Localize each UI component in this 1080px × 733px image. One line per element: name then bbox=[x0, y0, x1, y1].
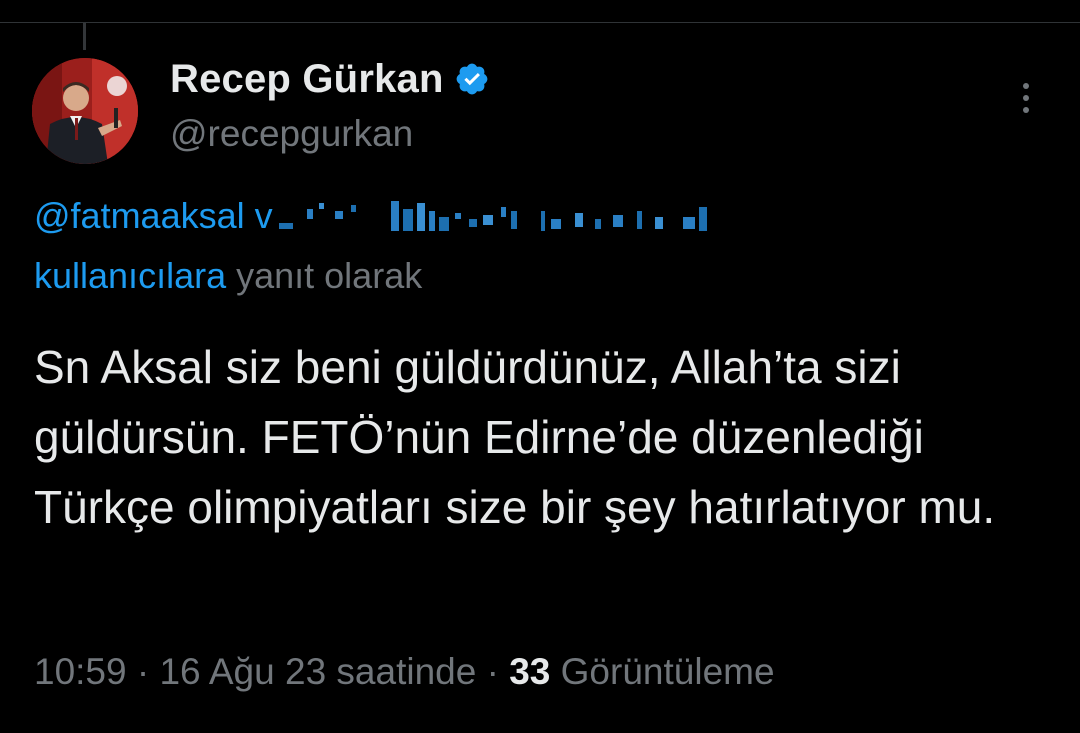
top-divider bbox=[0, 22, 1080, 23]
tweet-date[interactable]: 16 Ağu 23 saatinde bbox=[159, 651, 476, 692]
views-count: 33 bbox=[509, 651, 551, 692]
views-label: Görüntüleme bbox=[560, 651, 775, 692]
author-handle[interactable]: @recepgurkan bbox=[170, 113, 413, 155]
author-name-row[interactable]: Recep Gürkan bbox=[170, 55, 490, 103]
more-options-button[interactable] bbox=[1004, 76, 1048, 120]
reply-context-line-2: kullanıcılara yanıt olarak bbox=[34, 255, 422, 297]
tweet-text: Sn Aksal siz beni güldürdünüz, Allah’ta … bbox=[34, 341, 996, 533]
meta-separator: · bbox=[486, 651, 499, 692]
mention-link[interactable]: @fatmaaksal bbox=[34, 195, 245, 236]
avatar-photo bbox=[32, 58, 138, 164]
verified-badge-icon bbox=[456, 63, 487, 95]
tweet-meta: 10:59 · 16 Ağu 23 saatinde · 33 Görüntül… bbox=[34, 651, 775, 693]
author-display-name[interactable]: Recep Gürkan bbox=[170, 57, 444, 102]
more-icon-dot bbox=[1023, 107, 1029, 113]
meta-separator: · bbox=[136, 651, 150, 692]
reply-connector: v bbox=[254, 195, 273, 236]
mentioned-users-link[interactable]: kullanıcılara bbox=[34, 255, 226, 296]
reply-suffix: yanıt olarak bbox=[236, 255, 423, 296]
avatar[interactable] bbox=[32, 58, 138, 164]
tweet-time[interactable]: 10:59 bbox=[34, 651, 127, 692]
thread-connector-line bbox=[83, 23, 86, 50]
redacted-mentions-blur bbox=[278, 201, 707, 232]
reply-context: @fatmaaksal v bbox=[34, 195, 799, 237]
more-icon-dot bbox=[1023, 95, 1029, 101]
more-vertical-icon bbox=[1023, 83, 1029, 89]
